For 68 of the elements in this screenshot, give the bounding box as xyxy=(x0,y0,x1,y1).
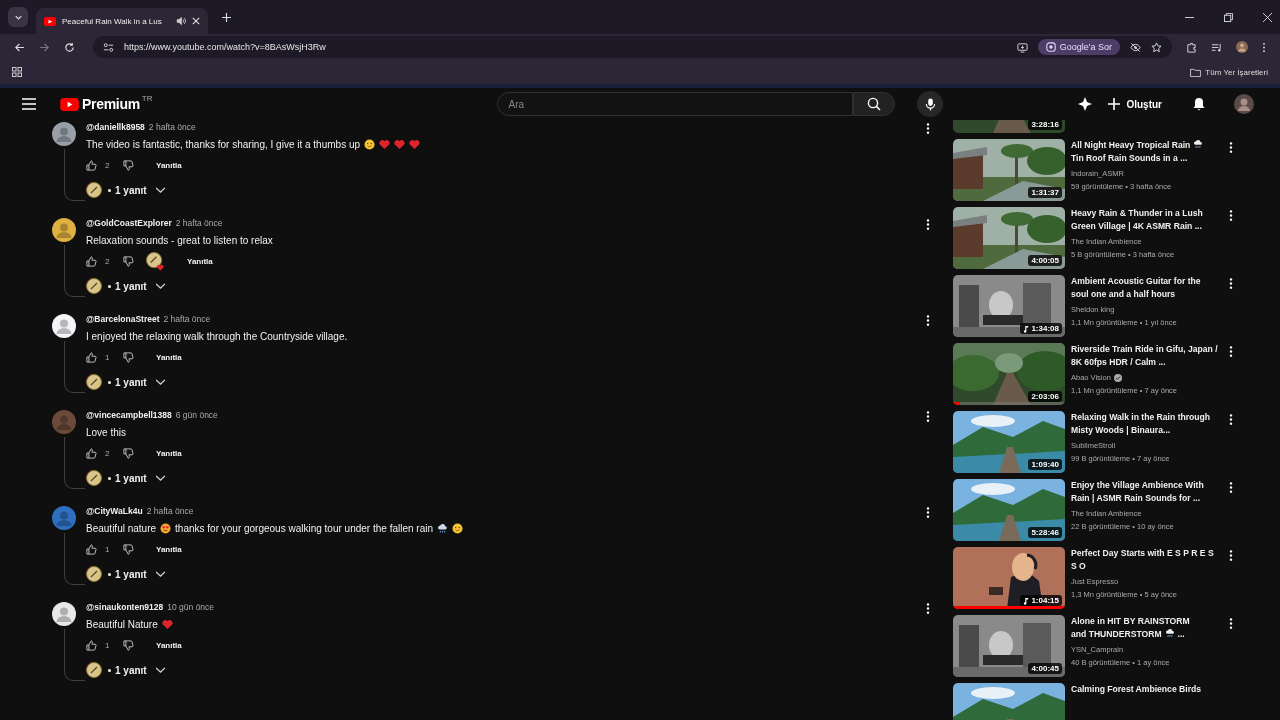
duration-badge: 3:28:16 xyxy=(1028,120,1062,130)
like-count: 1 xyxy=(105,640,111,650)
duration-badge: 4:00:45 xyxy=(1028,663,1062,674)
video-title[interactable]: All Night Heavy Tropical Rain xyxy=(1071,139,1191,152)
search-field[interactable]: Ara xyxy=(497,92,854,116)
duration-badge: 1:34:08 xyxy=(1020,323,1062,334)
duration-badge: 1:04:15 xyxy=(1020,595,1062,606)
like-count: 2 xyxy=(105,160,111,170)
comment-text: Beautiful nature xyxy=(86,522,157,534)
comment-time[interactable]: 6 gün önce xyxy=(175,410,218,420)
duration-badge: 1:09:40 xyxy=(1028,459,1062,470)
video-title[interactable]: Tin Roof Rain Sounds in a ... xyxy=(1071,152,1188,165)
browser-tab[interactable]: Peaceful Rain Walk in a Lus xyxy=(36,8,208,34)
comment-text: The video is fantastic, thanks for sharing, I give it a thumbs up xyxy=(86,138,361,150)
video-title[interactable]: and THUNDERSTORM xyxy=(1071,628,1162,641)
like-count: 2 xyxy=(105,256,111,266)
video-title[interactable]: Calming Forest Ambience Birds xyxy=(1071,683,1202,696)
reply-button[interactable]: Yanıtla xyxy=(152,542,186,556)
comment-time[interactable]: 10 gün önce xyxy=(167,602,215,612)
video-title[interactable]: Perfect Day Starts with E S P R E S S O xyxy=(1071,547,1219,573)
comment-time[interactable]: 2 hafta önce xyxy=(146,506,194,516)
comment-time[interactable]: 2 hafta önce xyxy=(148,122,196,132)
replies-toggle[interactable]: 1 yanıt xyxy=(115,376,151,388)
like-count: 1 xyxy=(105,544,111,554)
replies-toggle[interactable]: 1 yanıt xyxy=(115,184,151,196)
create-button[interactable]: Oluştur xyxy=(1108,98,1162,110)
replies-toggle[interactable]: 1 yanıt xyxy=(115,664,151,676)
comment-time[interactable]: 2 hafta önce xyxy=(175,218,223,228)
comment-author[interactable]: @CityWaLk4u xyxy=(86,506,143,516)
comment-author[interactable]: @BarcelonaStreet xyxy=(86,314,160,324)
video-title[interactable]: ... xyxy=(1177,628,1185,641)
tab-title: Peaceful Rain Walk in a Lus xyxy=(62,16,163,26)
comment-text: Beautiful Nature xyxy=(86,618,158,630)
duration-badge: 2:03:06 xyxy=(1028,391,1062,402)
reply-button[interactable]: Yanıtla xyxy=(152,158,186,172)
bookmarks-folder[interactable]: Tüm Yer İşaretleri xyxy=(1190,67,1268,77)
replies-toggle[interactable]: 1 yanıt xyxy=(115,472,151,484)
comment-author[interactable]: @daniellk8958 xyxy=(86,122,145,132)
video-title[interactable]: Ambient Acoustic Guitar for the soul one and a half hours xyxy=(1071,275,1219,301)
comment-author[interactable]: @sinaukonten9128 xyxy=(86,602,164,612)
duration-badge: 1:31:37 xyxy=(1028,187,1062,198)
comment-author[interactable]: @vincecampbell1388 xyxy=(86,410,172,420)
replies-toggle[interactable]: 1 yanıt xyxy=(115,280,151,292)
video-title[interactable]: Riverside Train Ride in Gifu, Japan / 8K 60fps HDR / Calm ... xyxy=(1071,343,1219,369)
address-bar[interactable]: https://www.youtube.com/watch?v=8BAsWsjH3Rw Google'a Sor xyxy=(93,36,1172,58)
reply-button[interactable]: Yanıtla xyxy=(152,446,186,460)
comment-time[interactable]: 2 hafta önce xyxy=(163,314,211,324)
ask-google-button[interactable]: Google'a Sor xyxy=(1037,39,1120,55)
youtube-premium-logo[interactable]: Premium xyxy=(60,96,140,112)
like-count: 2 xyxy=(105,448,111,458)
comment-text: I enjoyed the relaxing walk through the Countryside village. xyxy=(86,330,348,342)
reply-button[interactable]: Yanıtla xyxy=(183,254,217,268)
comment-text: Love this xyxy=(86,426,127,438)
comment-author[interactable]: @GoldCoastExplorer xyxy=(86,218,172,228)
duration-badge: 4:00:05 xyxy=(1028,255,1062,266)
reply-button[interactable]: Yanıtla xyxy=(152,638,186,652)
like-count: 1 xyxy=(105,352,111,362)
reply-button[interactable]: Yanıtla xyxy=(152,350,186,364)
comment-text: Relaxation sounds - great to listen to relax xyxy=(86,234,273,246)
replies-toggle[interactable]: 1 yanıt xyxy=(115,568,151,580)
duration-badge: 5:28:46 xyxy=(1028,527,1062,538)
url-text: https://www.youtube.com/watch?v=8BAsWsjH3Rw xyxy=(124,42,326,52)
region-label: TR xyxy=(141,94,153,103)
video-title[interactable]: Relaxing Walk in the Rain through Misty Woods | Binaura... xyxy=(1071,411,1219,437)
comment-text: thanks for your gorgeous walking tour under the fallen rain xyxy=(175,522,433,534)
video-title[interactable]: Heavy Rain & Thunder in a Lush Green Village | 4K ASMR Rain ... xyxy=(1071,207,1219,233)
video-title[interactable]: Enjoy the Village Ambience With Rain | ASMR Rain Sounds for ... xyxy=(1071,479,1219,505)
video-title[interactable]: Alone in HIT BY RAINSTORM xyxy=(1071,615,1190,628)
